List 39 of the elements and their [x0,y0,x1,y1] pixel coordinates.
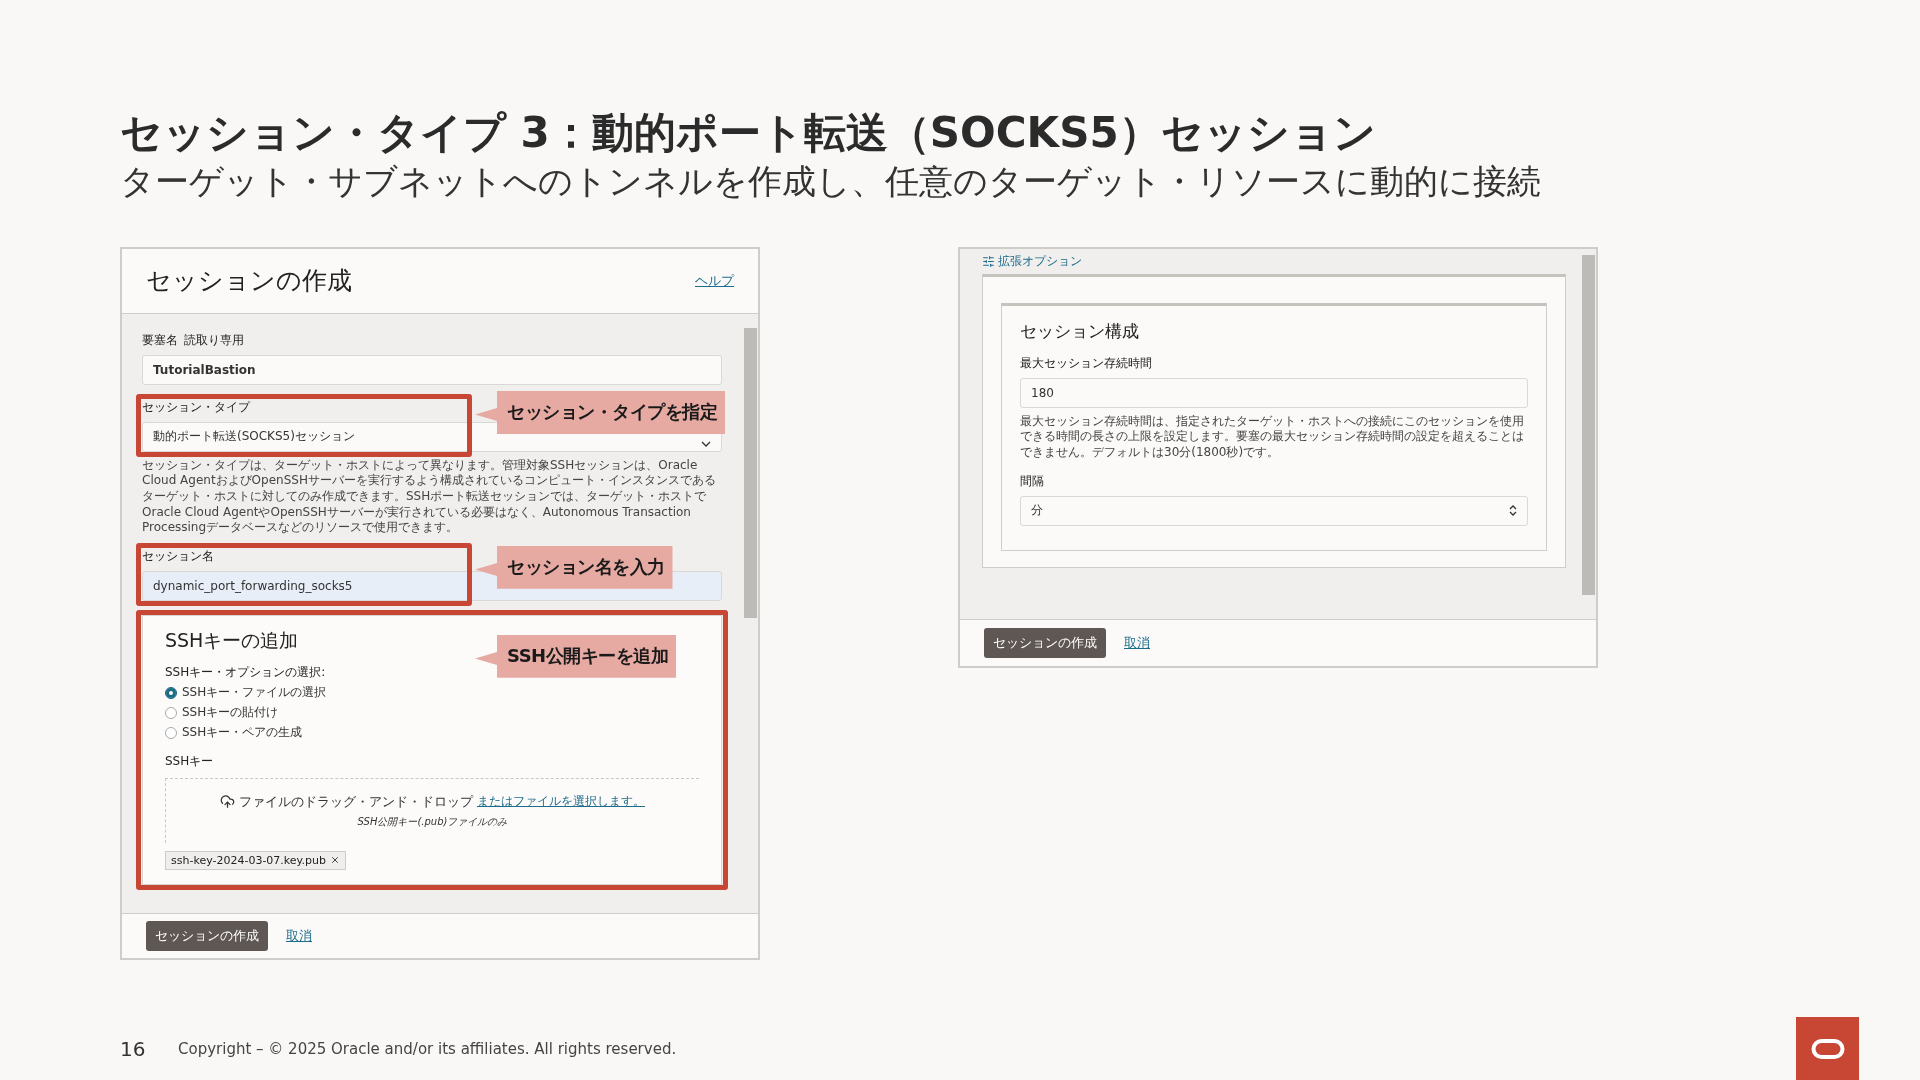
advanced-options-link[interactable]: 拡張オプション [998,252,1082,270]
field-label: セッション名 [142,547,214,565]
create-session-button[interactable]: セッションの作成 [146,920,268,951]
option-label: SSHキーの貼付け [182,704,279,722]
option-label: SSHキー・ファイルの選択 [182,684,327,702]
create-session-button[interactable]: セッションの作成 [984,627,1106,658]
callout-tooltip: セッション名を入力 [475,545,673,589]
select-file-link[interactable]: またはファイルを選択します。 [477,793,645,811]
callout-tooltip: セッション・タイプを指定 [475,390,725,434]
read-only-note: 読取り専用 [184,331,244,349]
interval-select[interactable]: 分 [1020,495,1528,526]
help-text: セッション・タイプは、ターゲット・ホストによって異なります。管理対象SSHセッションは、Oracle Cloud AgentおよびOpenSSHサーバーを実行するよう構成されているコンピュート・インスタンスであるターゲット・ホストに対してのみ作成できます。SSHポート転送セッションでは、ターゲット・ホストでOracle Cloud AgentやOpenSSHサーバーが実行されている必要はなく、Autonomous Transaction Processingデータベースなどのリソースで使用できます。 [142,457,717,536]
help-text: 最大セッション存続時間は、指定されたターゲット・ホストへの接続にこのセッションを使用できる時間の長さの上限を設定します。要塞の最大セッション存続時間の設定を超えることはできません。デフォルトは30分(1800秒)です。 [1020,413,1525,461]
slide-title: セッション・タイプ 3：動的ポート転送（SOCKS5）セッション [120,108,1377,159]
option-label: SSHキー・ペアの生成 [182,724,303,742]
drop-zone[interactable]: ファイルのドラッグ・アンド・ドロップ またはファイルを選択します。 SSH公開キー(.pub)ファイルのみ [165,777,699,843]
help-link[interactable]: ヘルプ [695,271,734,290]
field-label: SSHキー [165,752,214,770]
field-label: 要塞名 [142,331,178,349]
field-label: セッション・タイプ [142,398,250,416]
radio-option[interactable]: SSHキーの貼付け [165,702,699,723]
dialog-title: セッションの作成 [146,265,352,298]
drop-hint: SSH公開キー(.pub)ファイルのみ [357,814,508,829]
page-number: 16 [120,1036,147,1061]
card-title: SSHキーの追加 [165,627,299,653]
copyright-text: Copyright – © 2025 Oracle and/or its affiliates. All rights reserved. [178,1039,677,1058]
bastion-field[interactable]: TutorialBastion [142,354,722,385]
field-label: 間隔 [1020,472,1044,490]
field-label: 最大セッション存続時間 [1020,354,1152,372]
radio-option[interactable]: SSHキー・ペアの生成 [165,722,699,743]
drop-text: ファイルのドラッグ・アンド・ドロップ [239,792,473,811]
card-title: セッション構成 [1020,319,1139,343]
max-ttl-field[interactable]: 180 [1020,377,1528,408]
field-label: SSHキー・オプションの選択: [165,663,326,681]
cancel-link[interactable]: 取消 [286,926,312,945]
cancel-link[interactable]: 取消 [1124,633,1150,652]
radio-option[interactable]: SSHキー・ファイルの選択 [165,682,699,703]
slide-subtitle: ターゲット・サブネットへのトンネルを作成し、任意のターゲット・リソースに動的に接続 [120,160,1542,203]
file-chip: ssh-key-2024-03-07.key.pub [165,850,346,870]
